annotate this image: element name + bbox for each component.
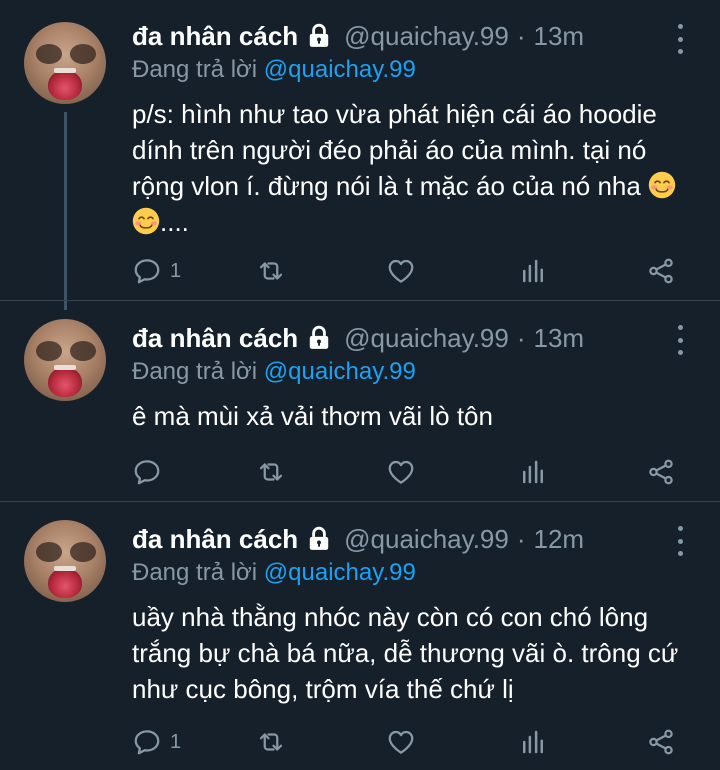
tweet-3[interactable]: đa nhân cách @quaichay.99 · 12m Đang trả… (0, 502, 720, 770)
retweet-button[interactable] (256, 457, 286, 487)
tweet-actions (132, 457, 692, 487)
tweet-header: đa nhân cách @quaichay.99 · 12m (132, 519, 584, 559)
reply-mention-link[interactable]: @quaichay.99 (264, 559, 416, 586)
separator-dot: · (516, 523, 526, 554)
tweet-text-suffix: .... (160, 207, 189, 237)
reply-prefix: Đang trả lời (132, 559, 258, 586)
timestamp[interactable]: 13m (534, 323, 585, 354)
reply-button[interactable]: 1 (132, 256, 181, 286)
more-vertical-icon[interactable] (668, 526, 692, 556)
analytics-icon (523, 460, 543, 484)
retweet-button[interactable] (256, 256, 286, 286)
timestamp[interactable]: 12m (534, 524, 585, 555)
share-icon (649, 258, 673, 284)
replying-to: Đang trả lời @quaichay.99 (132, 56, 416, 84)
heart-icon (388, 460, 414, 484)
retweet-icon (259, 463, 283, 481)
reply-prefix: Đang trả lời (132, 358, 258, 385)
smiling-face-emoji-icon (648, 171, 676, 199)
reply-button[interactable] (132, 457, 170, 487)
like-button[interactable] (386, 457, 416, 487)
display-name[interactable]: đa nhân cách (132, 21, 298, 52)
reply-mention-link[interactable]: @quaichay.99 (264, 358, 416, 385)
reply-icon (134, 730, 160, 755)
share-button[interactable] (646, 457, 676, 487)
retweet-button[interactable] (256, 727, 286, 757)
avatar[interactable] (24, 520, 106, 602)
avatar[interactable] (24, 319, 106, 401)
smiling-face-emoji-icon (132, 207, 160, 235)
tweet-2[interactable]: đa nhân cách @quaichay.99 · 13m Đang trả… (0, 301, 720, 501)
handle[interactable]: @quaichay.99 (344, 21, 509, 52)
reply-count: 1 (170, 259, 182, 282)
more-vertical-icon[interactable] (668, 24, 692, 54)
tweet-text: uầy nhà thằng nhóc này còn có con chó lô… (132, 599, 692, 707)
analytics-icon (523, 259, 543, 283)
display-name[interactable]: đa nhân cách (132, 323, 298, 354)
analytics-button[interactable] (518, 457, 548, 487)
more-vertical-icon[interactable] (668, 325, 692, 355)
reply-icon (134, 259, 160, 284)
share-icon (649, 459, 673, 485)
reply-prefix: Đang trả lời (132, 56, 258, 83)
tweet-text-body: uầy nhà thằng nhóc này còn có con chó lô… (132, 602, 679, 704)
reply-count: 1 (170, 730, 182, 753)
analytics-button[interactable] (518, 727, 548, 757)
lock-icon (309, 325, 329, 349)
share-button[interactable] (646, 256, 676, 286)
share-icon (649, 729, 673, 755)
timestamp[interactable]: 13m (534, 21, 585, 52)
retweet-icon (259, 262, 283, 280)
lock-icon (309, 23, 329, 47)
retweet-icon (259, 733, 283, 751)
tweet-text: ê mà mùi xả vải thơm vãi lò tôn (132, 398, 692, 434)
heart-icon (388, 730, 414, 754)
like-button[interactable] (386, 256, 416, 286)
replying-to: Đang trả lời @quaichay.99 (132, 559, 416, 587)
tweet-actions: 1 (132, 256, 692, 286)
tweet-header: đa nhân cách @quaichay.99 · 13m (132, 318, 584, 358)
tweet-text-body: ê mà mùi xả vải thơm vãi lò tôn (132, 401, 493, 431)
replying-to: Đang trả lời @quaichay.99 (132, 358, 416, 386)
tweet-actions: 1 (132, 727, 692, 757)
tweet-text-body: p/s: hình như tao vừa phát hiện cái áo h… (132, 99, 657, 201)
handle[interactable]: @quaichay.99 (344, 323, 509, 354)
handle[interactable]: @quaichay.99 (344, 524, 509, 555)
avatar[interactable] (24, 22, 106, 104)
reply-mention-link[interactable]: @quaichay.99 (264, 56, 416, 83)
share-button[interactable] (646, 727, 676, 757)
analytics-icon (523, 730, 543, 754)
separator-dot: · (516, 20, 526, 51)
heart-icon (388, 259, 414, 283)
analytics-button[interactable] (518, 256, 548, 286)
separator-dot: · (516, 322, 526, 353)
tweet-1[interactable]: đa nhân cách @quaichay.99 · 13m Đang trả… (0, 0, 720, 300)
tweet-text: p/s: hình như tao vừa phát hiện cái áo h… (132, 96, 692, 240)
lock-icon (309, 526, 329, 550)
like-button[interactable] (386, 727, 416, 757)
reply-button[interactable]: 1 (132, 727, 181, 757)
display-name[interactable]: đa nhân cách (132, 524, 298, 555)
reply-icon (134, 460, 160, 485)
tweet-header: đa nhân cách @quaichay.99 · 13m (132, 16, 584, 56)
